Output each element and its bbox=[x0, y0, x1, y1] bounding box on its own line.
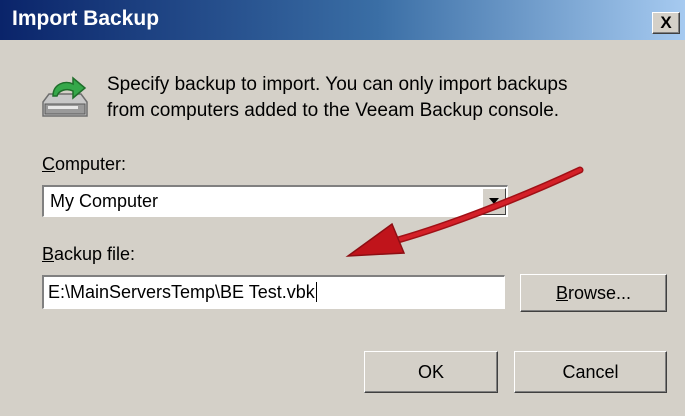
close-button[interactable]: X bbox=[652, 12, 680, 34]
text-caret bbox=[315, 282, 317, 302]
window-title: Import Backup bbox=[12, 7, 160, 30]
backup-file-text: E:\MainServersTemp\BE Test.vbk bbox=[48, 282, 315, 302]
computer-dropdown[interactable]: My Computer bbox=[42, 185, 508, 217]
backup-file-input[interactable]: E:\MainServersTemp\BE Test.vbk bbox=[42, 275, 505, 309]
import-backup-icon bbox=[42, 76, 88, 117]
cancel-button[interactable]: Cancel bbox=[514, 351, 667, 393]
backup-file-label-accel: B bbox=[42, 244, 55, 264]
ok-button[interactable]: OK bbox=[364, 351, 498, 393]
computer-label-accel: C bbox=[42, 154, 55, 174]
computer-label-rest: omputer: bbox=[55, 154, 127, 174]
browse-button[interactable]: Browse... bbox=[520, 274, 667, 312]
instructions-line-2: from computers added to the Veeam Backup… bbox=[107, 100, 560, 121]
backup-file-value: E:\MainServersTemp\BE Test.vbk bbox=[48, 282, 317, 303]
dropdown-arrow-button[interactable] bbox=[482, 188, 506, 215]
browse-rest: rowse... bbox=[567, 283, 632, 303]
instructions-line-1: Specify backup to import. You can only i… bbox=[107, 74, 568, 95]
instructions-text: Specify backup to import. You can only i… bbox=[107, 72, 667, 124]
backup-file-label-rest: ackup file: bbox=[54, 244, 136, 264]
backup-file-label: Backup file: bbox=[42, 244, 135, 265]
browse-accel: B bbox=[555, 283, 568, 303]
title-bar: Import Backup X bbox=[0, 0, 685, 40]
import-backup-dialog: Specify backup to import. You can only i… bbox=[8, 40, 681, 416]
computer-dropdown-value: My Computer bbox=[50, 191, 159, 211]
computer-label: Computer: bbox=[42, 154, 126, 175]
dropdown-arrow-icon bbox=[489, 198, 499, 204]
